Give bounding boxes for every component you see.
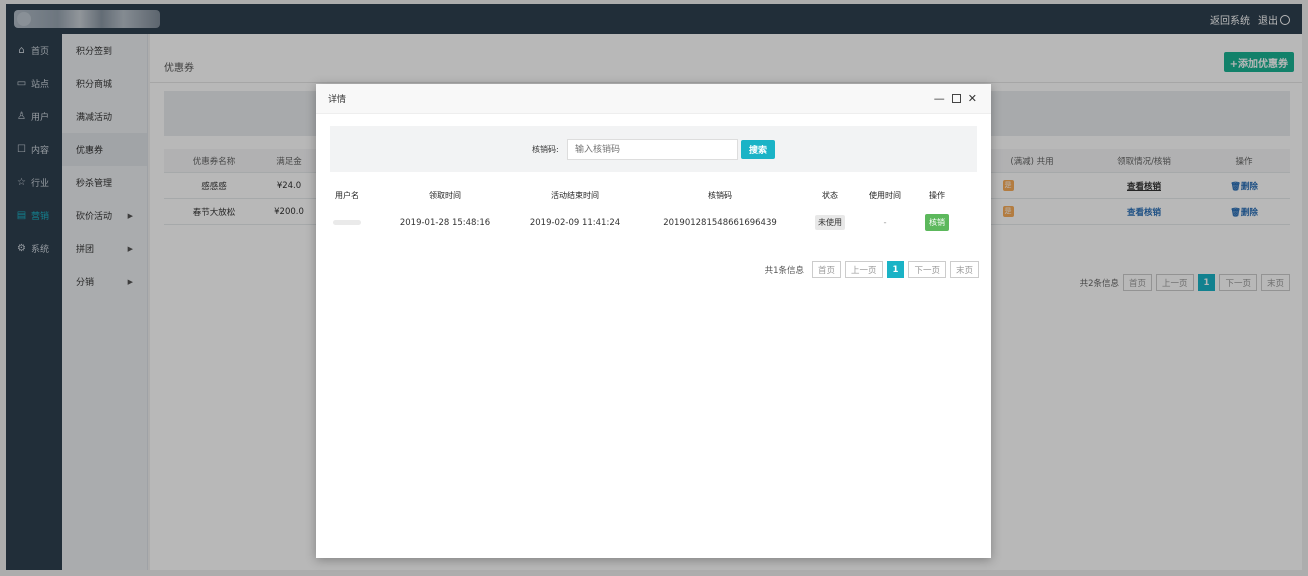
col-header: 核销码 xyxy=(708,191,732,200)
received-time: 2019-01-28 15:48:16 xyxy=(399,217,491,228)
status-badge: 未使用 xyxy=(815,215,845,230)
col-header: 活动结束时间 xyxy=(551,191,599,200)
dialog-header: 详情 — ✕ xyxy=(316,84,991,114)
detail-dialog: 详情 — ✕ 核销码: 搜索 用户名 领取时间 活动结束时间 核销码 状态 使用… xyxy=(316,84,991,558)
total-count: 共1条信息 xyxy=(764,265,805,276)
col-header: 操作 xyxy=(929,191,945,200)
maximize-icon[interactable] xyxy=(951,94,961,103)
col-header: 领取时间 xyxy=(429,191,461,200)
minimize-icon[interactable]: — xyxy=(934,92,945,105)
search-bar: 核销码: 搜索 xyxy=(330,126,977,172)
verify-code: 20190128154866169643​9 xyxy=(663,217,777,228)
close-icon[interactable]: ✕ xyxy=(968,92,977,105)
search-button[interactable]: 搜索 xyxy=(741,140,775,159)
detail-table: 用户名 领取时间 活动结束时间 核销码 状态 使用时间 操作 2019-01-2… xyxy=(330,182,977,236)
prev-page-button[interactable]: 上一页 xyxy=(845,261,883,278)
verify-code-input[interactable] xyxy=(567,139,738,160)
last-page-button[interactable]: 末页 xyxy=(949,261,979,278)
dialog-title: 详情 xyxy=(328,95,347,105)
first-page-button[interactable]: 首页 xyxy=(812,261,842,278)
used-time: - xyxy=(883,217,887,228)
dialog-tools: — ✕ xyxy=(934,92,977,105)
verify-button[interactable]: 核销 xyxy=(925,214,949,231)
col-header: 使用时间 xyxy=(869,191,901,200)
table-header: 用户名 领取时间 活动结束时间 核销码 状态 使用时间 操作 xyxy=(330,182,977,209)
current-page[interactable]: 1 xyxy=(886,261,905,278)
username xyxy=(333,220,361,225)
search-label: 核销码: xyxy=(532,145,559,154)
col-header: 状态 xyxy=(822,191,838,200)
end-time: 2019-02-09 11:41:24 xyxy=(529,217,621,228)
col-header: 用户名 xyxy=(335,191,359,200)
dialog-pagination: 共1条信息 首页 上一页 1 下一页 末页 xyxy=(765,261,979,278)
table-row: 2019-01-28 15:48:16 2019-02-09 11:41:24 … xyxy=(330,209,977,236)
next-page-button[interactable]: 下一页 xyxy=(908,261,946,278)
